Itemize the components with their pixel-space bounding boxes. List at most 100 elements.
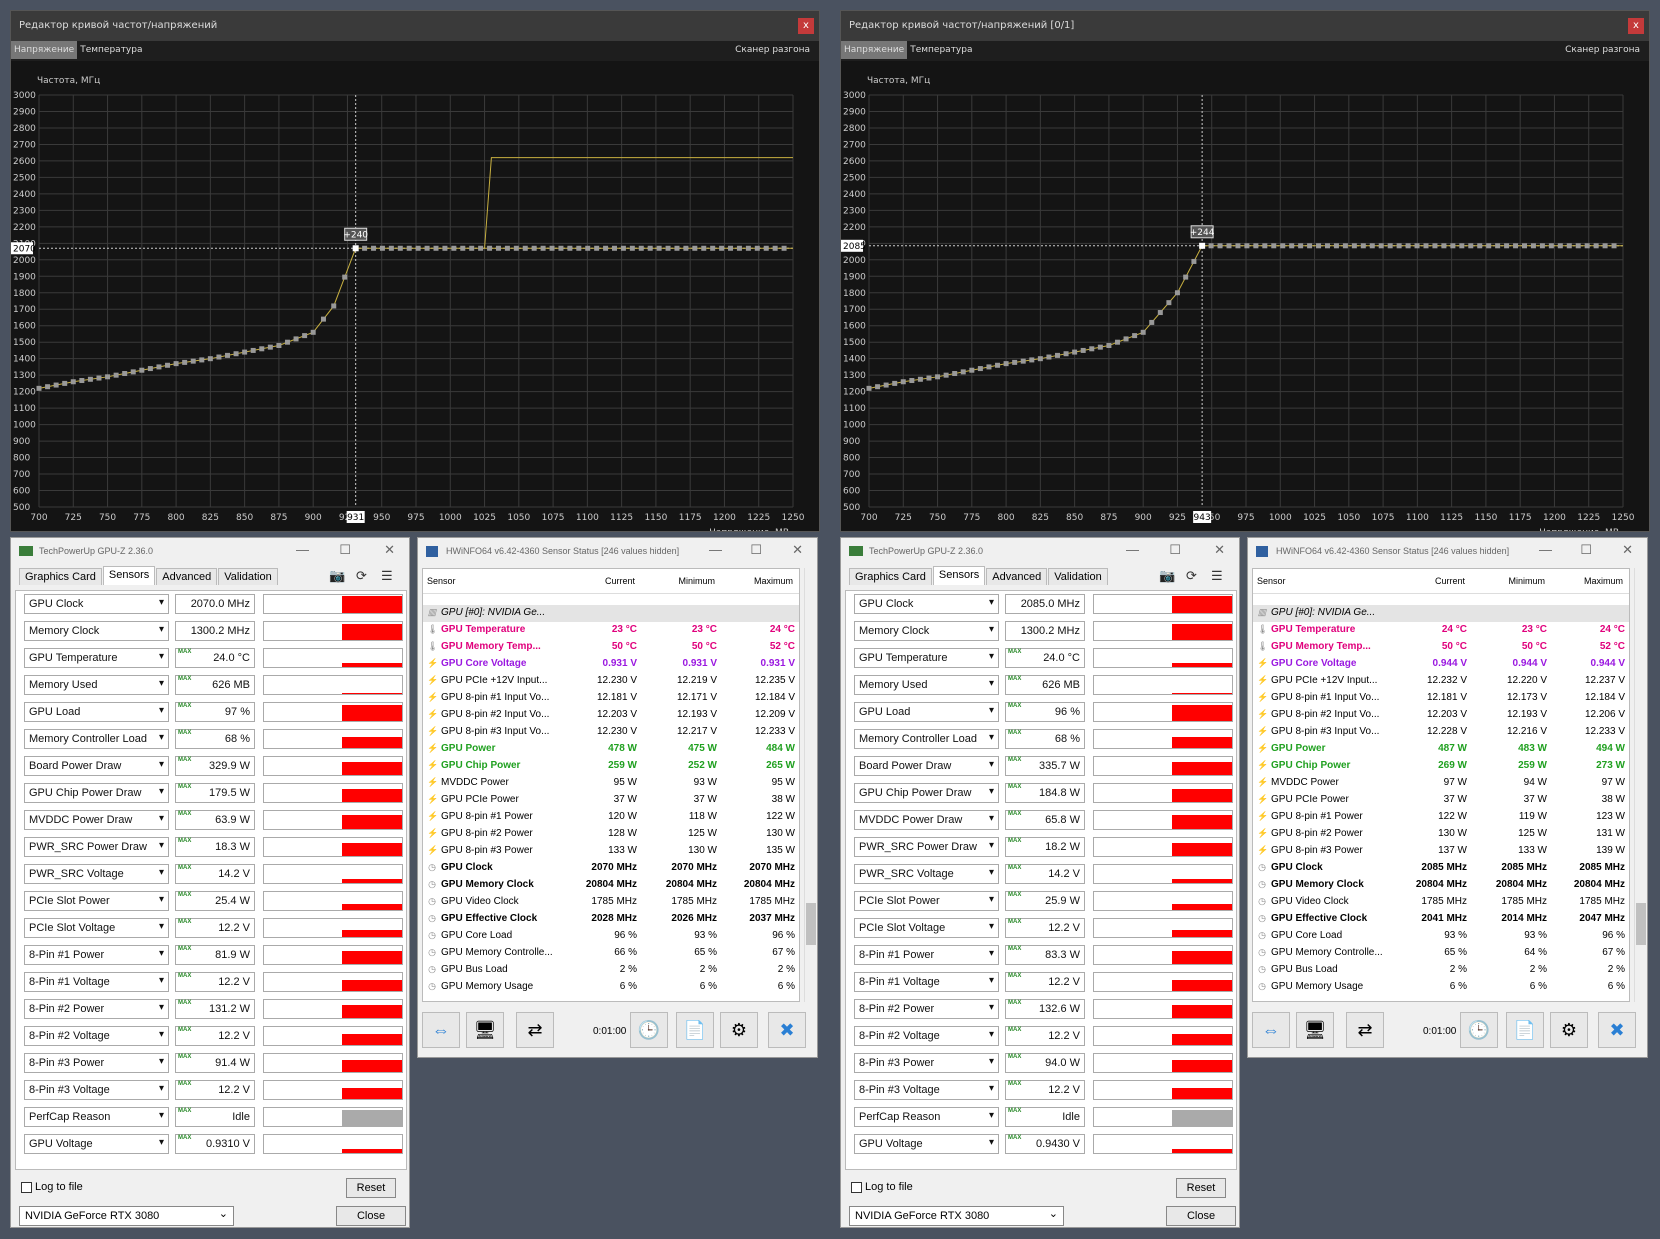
column-header[interactable]: Minimum xyxy=(678,576,715,586)
table-row[interactable]: ⚡ GPU 8-pin #3 Power 137 W 133 W 139 W xyxy=(1253,843,1629,860)
log-to-file-checkbox[interactable]: Log to file xyxy=(851,1181,913,1193)
tab-validation[interactable]: Validation xyxy=(218,568,278,585)
sensor-name-dropdown[interactable]: PCIe Slot Voltage xyxy=(854,918,999,938)
sensor-name-dropdown[interactable]: GPU Clock xyxy=(24,594,169,614)
table-row[interactable]: ◷ GPU Memory Usage 6 % 6 % 6 % xyxy=(423,979,799,996)
sensor-name-dropdown[interactable]: Memory Controller Load xyxy=(24,729,169,749)
tab-sensors[interactable]: Sensors xyxy=(932,566,986,585)
sensor-name-dropdown[interactable]: Memory Used xyxy=(24,675,169,695)
clock-icon[interactable]: 🕒 xyxy=(630,1012,668,1048)
table-row[interactable]: ◷ GPU Memory Usage 6 % 6 % 6 % xyxy=(1253,979,1629,996)
column-header[interactable]: Current xyxy=(605,576,635,586)
sensor-name-dropdown[interactable]: PerfCap Reason xyxy=(854,1107,999,1127)
table-row[interactable]: ⚡ GPU 8-pin #2 Power 128 W 125 W 130 W xyxy=(423,826,799,843)
vf-curve-chart[interactable]: Частота, МГц 500 600 700 800 900 1000 1100 1200 1… xyxy=(11,61,819,531)
minimize-button[interactable]: — xyxy=(1539,542,1552,557)
tab-graphics-card[interactable]: Graphics Card xyxy=(849,568,932,585)
sensor-name-dropdown[interactable]: GPU Clock xyxy=(854,594,999,614)
maximize-button[interactable]: ☐ xyxy=(1169,542,1181,558)
column-header[interactable]: Current xyxy=(1435,576,1465,586)
report-icon[interactable]: 📄 xyxy=(676,1012,714,1048)
table-row[interactable]: ⚡ MVDDC Power 95 W 93 W 95 W xyxy=(423,775,799,792)
scrollbar-thumb[interactable] xyxy=(1636,903,1646,945)
sensor-name-dropdown[interactable]: GPU Temperature xyxy=(24,648,169,668)
table-row[interactable]: ◷ GPU Video Clock 1785 MHz 1785 MHz 1785 MHz xyxy=(1253,894,1629,911)
close-button[interactable]: x xyxy=(798,18,814,34)
settings-icon[interactable]: ⚙ xyxy=(720,1012,758,1048)
table-row[interactable]: 🌡 GPU Temperature 23 °C 23 °C 24 °C xyxy=(423,622,799,639)
table-row[interactable]: ⚡ GPU 8-pin #2 Input Vo... 12.203 V 12.193 … xyxy=(1253,707,1629,724)
tab-voltage[interactable]: Напряжение xyxy=(841,41,908,59)
table-row[interactable]: 🌡 GPU Memory Temp... 50 °C 50 °C 52 °C xyxy=(423,639,799,656)
sensor-name-dropdown[interactable]: 8-Pin #3 Power xyxy=(24,1053,169,1073)
close-button[interactable]: x xyxy=(1628,18,1644,34)
table-row[interactable]: ▥ GPU [#0]: NVIDIA Ge... xyxy=(1253,605,1629,622)
table-row[interactable]: ◷ GPU Video Clock 1785 MHz 1785 MHz 1785 MHz xyxy=(423,894,799,911)
sensor-name-dropdown[interactable]: 8-Pin #2 Power xyxy=(854,999,999,1019)
network-icon[interactable]: ⇄ xyxy=(516,1012,554,1048)
minimize-button[interactable]: — xyxy=(709,542,722,557)
sensor-name-dropdown[interactable]: Memory Clock xyxy=(24,621,169,641)
table-row[interactable]: ⚡ GPU 8-pin #3 Input Vo... 12.230 V 12.217 … xyxy=(423,724,799,741)
sensor-name-dropdown[interactable]: MVDDC Power Draw xyxy=(854,810,999,830)
table-row[interactable]: ⚡ GPU 8-pin #3 Power 133 W 130 W 135 W xyxy=(423,843,799,860)
table-row[interactable]: ⚡ GPU 8-pin #1 Input Vo... 12.181 V 12.173 … xyxy=(1253,690,1629,707)
table-row[interactable]: ◷ GPU Clock 2070 MHz 2070 MHz 2070 MHz xyxy=(423,860,799,877)
tab-graphics-card[interactable]: Graphics Card xyxy=(19,568,102,585)
table-row[interactable]: ◷ GPU Core Load 96 % 93 % 96 % xyxy=(423,928,799,945)
sensor-name-dropdown[interactable]: 8-Pin #1 Power xyxy=(854,945,999,965)
refresh-icon[interactable]: ⟳ xyxy=(356,568,367,584)
sensor-name-dropdown[interactable]: 8-Pin #1 Power xyxy=(24,945,169,965)
checkbox-box[interactable] xyxy=(851,1181,862,1193)
table-row[interactable]: ◷ GPU Effective Clock 2041 MHz 2014 MHz 2047… xyxy=(1253,911,1629,928)
sensor-name-dropdown[interactable]: PCIe Slot Power xyxy=(854,891,999,911)
close-icon[interactable]: ✖ xyxy=(768,1012,806,1048)
close-button[interactable]: Close xyxy=(1166,1206,1236,1226)
camera-icon[interactable]: 📷 xyxy=(329,568,345,584)
sensor-name-dropdown[interactable]: GPU Load xyxy=(24,702,169,722)
table-row[interactable]: ⚡ MVDDC Power 97 W 94 W 97 W xyxy=(1253,775,1629,792)
table-row[interactable]: ◷ GPU Effective Clock 2028 MHz 2026 MHz 2037… xyxy=(423,911,799,928)
sensor-name-dropdown[interactable]: Memory Clock xyxy=(854,621,999,641)
table-row[interactable]: ⚡ GPU PCIe Power 37 W 37 W 38 W xyxy=(423,792,799,809)
table-row[interactable]: ◷ GPU Memory Clock 20804 MHz 20804 MHz 20804… xyxy=(1253,877,1629,894)
reset-button[interactable]: Reset xyxy=(1176,1178,1226,1198)
close-window-button[interactable]: ✕ xyxy=(384,542,395,558)
column-header[interactable]: Sensor xyxy=(1257,576,1286,586)
table-row[interactable]: ◷ GPU Memory Controlle... 65 % 64 % 67 % xyxy=(1253,945,1629,962)
table-row[interactable]: ⚡ GPU Power 487 W 483 W 494 W xyxy=(1253,741,1629,758)
tab-advanced[interactable]: Advanced xyxy=(986,568,1048,585)
tab-validation[interactable]: Validation xyxy=(1048,568,1108,585)
table-row[interactable]: ⚡ GPU Chip Power 269 W 259 W 273 W xyxy=(1253,758,1629,775)
report-icon[interactable]: 📄 xyxy=(1506,1012,1544,1048)
sensor-name-dropdown[interactable]: GPU Voltage xyxy=(24,1134,169,1154)
reset-button[interactable]: Reset xyxy=(346,1178,396,1198)
table-row[interactable]: ⚡ GPU PCIe Power 37 W 37 W 38 W xyxy=(1253,792,1629,809)
close-icon[interactable]: ✖ xyxy=(1598,1012,1636,1048)
sensor-name-dropdown[interactable]: GPU Load xyxy=(854,702,999,722)
sensor-name-dropdown[interactable]: PWR_SRC Power Draw xyxy=(854,837,999,857)
maximize-button[interactable]: ☐ xyxy=(339,542,351,558)
table-row[interactable]: ⚡ GPU 8-pin #3 Input Vo... 12.228 V 12.216 … xyxy=(1253,724,1629,741)
table-row[interactable]: ⚡ GPU PCIe +12V Input... 12.230 V 12.219 V 1… xyxy=(423,673,799,690)
close-window-button[interactable]: ✕ xyxy=(1214,542,1225,558)
monitor-icon[interactable]: 🖥 xyxy=(1296,1012,1334,1048)
sensor-name-dropdown[interactable]: 8-Pin #3 Power xyxy=(854,1053,999,1073)
sensor-name-dropdown[interactable]: PCIe Slot Voltage xyxy=(24,918,169,938)
sensor-name-dropdown[interactable]: GPU Voltage xyxy=(854,1134,999,1154)
column-header[interactable]: Minimum xyxy=(1508,576,1545,586)
gpu-select-dropdown[interactable]: NVIDIA GeForce RTX 3080 xyxy=(19,1206,234,1226)
tab-sensors[interactable]: Sensors xyxy=(102,566,156,585)
table-row[interactable]: ⚡ GPU Core Voltage 0.944 V 0.944 V 0.944 V xyxy=(1253,656,1629,673)
table-row[interactable]: ◷ GPU Memory Clock 20804 MHz 20804 MHz 20804… xyxy=(423,877,799,894)
sensor-name-dropdown[interactable]: 8-Pin #2 Power xyxy=(24,999,169,1019)
settings-icon[interactable]: ⚙ xyxy=(1550,1012,1588,1048)
tab-temperature[interactable]: Температура xyxy=(907,41,975,59)
sensor-name-dropdown[interactable]: PerfCap Reason xyxy=(24,1107,169,1127)
column-header[interactable]: Maximum xyxy=(754,576,793,586)
sensor-name-dropdown[interactable]: PWR_SRC Voltage xyxy=(24,864,169,884)
sensor-name-dropdown[interactable]: Memory Used xyxy=(854,675,999,695)
table-row[interactable]: ◷ GPU Memory Controlle... 66 % 65 % 67 % xyxy=(423,945,799,962)
table-row[interactable]: 🌡 GPU Temperature 24 °C 23 °C 24 °C xyxy=(1253,622,1629,639)
monitor-icon[interactable]: 🖥 xyxy=(466,1012,504,1048)
